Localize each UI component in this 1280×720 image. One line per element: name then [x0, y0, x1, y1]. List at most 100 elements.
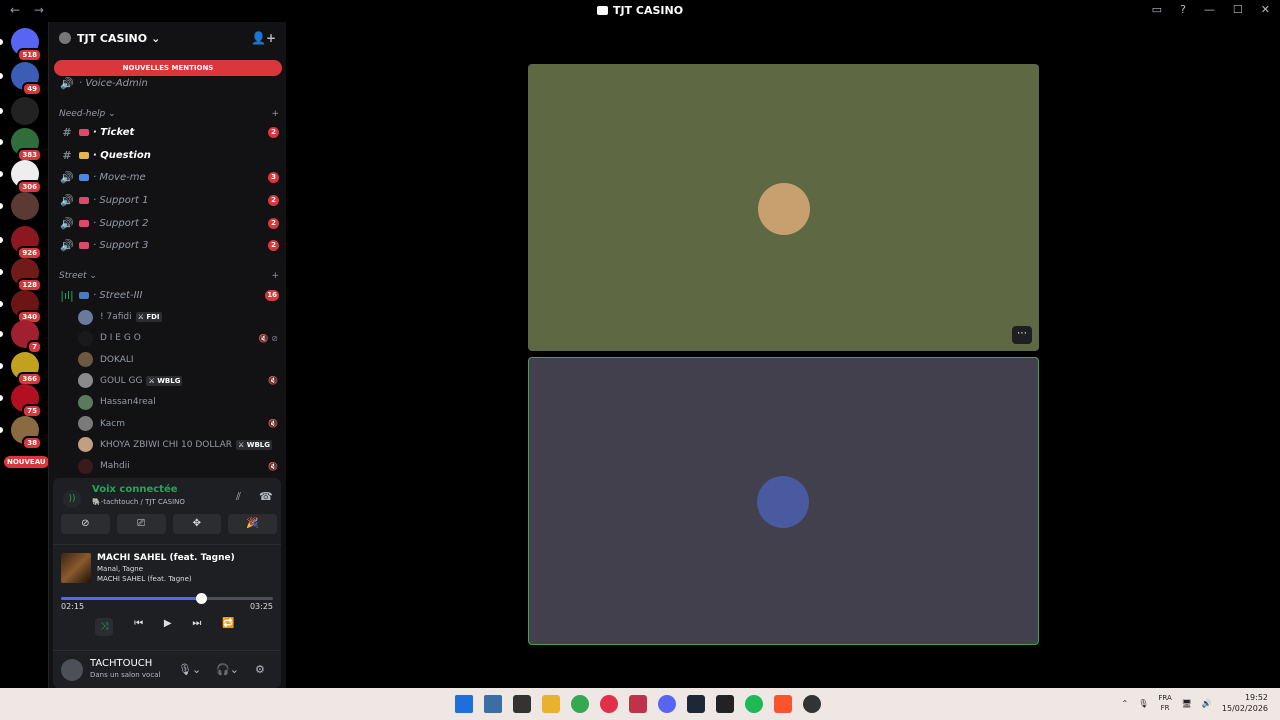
microphone-tray-icon[interactable]: 🎙	[1138, 699, 1148, 708]
volume-icon[interactable]: 🔊	[1202, 699, 1212, 708]
close-button[interactable]: ✕	[1261, 3, 1270, 16]
channel-item[interactable]: 🔊 · Move-me 3	[59, 167, 279, 187]
track-title[interactable]: MACHI SAHEL (feat. Tagne)	[97, 553, 235, 563]
server-icon[interactable]: 306	[11, 160, 42, 194]
guild-header[interactable]: TJT CASINO ⌄ 👤+	[49, 22, 286, 54]
inbox-icon[interactable]: ▭	[1152, 3, 1162, 16]
channel-item[interactable]: # · Ticket 2	[59, 122, 279, 142]
server-icon[interactable]	[11, 192, 39, 220]
add-channel-icon[interactable]: +	[271, 271, 279, 281]
network-icon[interactable]: 🖥	[1182, 699, 1192, 708]
camera-off-button[interactable]: ⊘	[61, 514, 110, 534]
mention-count-badge: 2	[268, 239, 279, 251]
mention-count-badge: 2	[268, 194, 279, 206]
voice-member[interactable]: GOUL GG ⚔ WBLG 🔇	[78, 371, 278, 391]
channel-item[interactable]: # · Question	[59, 145, 279, 165]
taskbar-app-icon[interactable]	[687, 695, 705, 713]
add-channel-icon[interactable]: +	[271, 109, 279, 119]
taskbar-app-icon[interactable]	[484, 695, 502, 713]
taskbar-app-icon[interactable]	[658, 695, 676, 713]
voice-location[interactable]: 🐘-tachtouch / TJT CASINO	[92, 498, 185, 506]
server-icon[interactable]: 38	[11, 416, 42, 450]
language-indicator[interactable]: FRA FR	[1158, 693, 1171, 713]
channel-item[interactable]: 🔊 · Support 1 2	[59, 190, 279, 210]
server-icon[interactable]: 128	[11, 258, 42, 292]
voice-member[interactable]: DOKALI	[78, 350, 278, 370]
category-need-help[interactable]: Need-help ⌄ +	[59, 109, 279, 119]
unread-indicator	[0, 301, 3, 307]
shuffle-icon[interactable]: ⤨	[95, 618, 114, 636]
username[interactable]: TACHTOUCH	[90, 658, 152, 669]
screen-share-button[interactable]: ⎚	[116, 514, 166, 534]
server-icon[interactable]: 518	[11, 28, 42, 62]
channel-voice-admin[interactable]: 🔊 · Voice-Admin	[59, 73, 279, 93]
chevron-up-icon[interactable]: ⌃	[1122, 699, 1129, 708]
user-bar: TACHTOUCH Dans un salon vocal 🎙⌄ 🎧⌄ ⚙	[53, 650, 281, 688]
window-title-text: TJT CASINO	[612, 4, 684, 17]
participant-avatar	[757, 476, 809, 528]
next-icon[interactable]: ⏭	[192, 618, 201, 636]
maximize-button[interactable]: ☐	[1233, 3, 1243, 16]
server-icon[interactable]: 7	[11, 320, 42, 354]
add-member-icon[interactable]: 👤+	[251, 31, 276, 45]
server-icon[interactable]	[11, 97, 39, 125]
album-art[interactable]	[61, 553, 91, 583]
taskbar-app-icon[interactable]	[571, 695, 589, 713]
taskbar-app-icon[interactable]	[513, 695, 531, 713]
channel-street-iii[interactable]: |ıl| · Street-III 16	[59, 285, 279, 305]
soundboard-button[interactable]: 🎉	[228, 514, 277, 534]
server-mention-badge: 518	[17, 48, 42, 62]
channel-label: Ticket	[100, 126, 135, 138]
member-name: D I E G O	[100, 333, 141, 344]
headphones-icon[interactable]: 🎧⌄	[216, 663, 239, 676]
channel-label: Move-me	[99, 171, 146, 183]
participant-tile-speaking[interactable]	[528, 357, 1039, 645]
activities-button[interactable]: ✥	[172, 514, 222, 534]
more-options-icon[interactable]: ⋯	[1012, 326, 1032, 344]
disconnect-icon[interactable]: ☎	[259, 490, 273, 503]
noise-suppression-icon[interactable]: ⫽	[236, 490, 241, 504]
progress-bar[interactable]	[61, 597, 273, 600]
server-icon[interactable]: 926	[11, 226, 42, 260]
new-servers-badge[interactable]: NOUVEAU	[4, 456, 49, 468]
unread-indicator	[0, 237, 3, 243]
track-artists[interactable]: Manal, Tagne	[97, 565, 143, 573]
taskbar-app-icon[interactable]	[745, 695, 763, 713]
voice-member[interactable]: Hassan4real	[78, 392, 278, 412]
signal-icon[interactable]: ))	[63, 490, 81, 508]
help-icon[interactable]: ?	[1180, 3, 1186, 16]
member-name: DOKALI	[100, 354, 134, 365]
taskbar-app-icon[interactable]	[716, 695, 734, 713]
voice-status[interactable]: Voix connectée	[92, 484, 178, 495]
participant-tile[interactable]: ⋯	[528, 64, 1039, 351]
play-icon[interactable]: ▶	[164, 618, 172, 636]
taskbar-app-icon[interactable]	[455, 695, 473, 713]
settings-gear-icon[interactable]: ⚙	[255, 663, 265, 676]
category-street[interactable]: Street ⌄ +	[59, 271, 279, 281]
voice-member[interactable]: KHOYA ZBIWI CHI 10 DOLLAR ⚔ WBLG	[78, 435, 278, 455]
voice-member[interactable]: D I E G O 🔇 ⊘	[78, 328, 278, 348]
clock[interactable]: 19:52 15/02/2026	[1222, 692, 1268, 714]
voice-member[interactable]: Kacm 🔇	[78, 414, 278, 434]
server-icon[interactable]: 75	[11, 384, 42, 418]
taskbar-app-icon[interactable]	[542, 695, 560, 713]
taskbar-app-icon[interactable]	[600, 695, 618, 713]
voice-member[interactable]: ! 7afidi ⚔ FDI	[78, 307, 278, 327]
server-icon[interactable]: 383	[11, 128, 42, 162]
server-icon[interactable]: 340	[11, 290, 42, 324]
repeat-icon[interactable]: 🔁	[222, 618, 234, 636]
taskbar-app-icon[interactable]	[774, 695, 792, 713]
channel-item[interactable]: 🔊 · Support 3 2	[59, 235, 279, 255]
window-title: TJT CASINO	[0, 4, 1280, 17]
avatar[interactable]	[61, 659, 83, 681]
channel-item[interactable]: 🔊 · Support 2 2	[59, 213, 279, 233]
taskbar-app-icon[interactable]	[629, 695, 647, 713]
voice-member[interactable]: Mahdii 🔇	[78, 456, 278, 476]
progress-knob[interactable]	[195, 593, 207, 604]
server-icon[interactable]: 366	[11, 352, 42, 386]
taskbar-app-icon[interactable]	[803, 695, 821, 713]
server-icon[interactable]: 49	[11, 62, 42, 96]
microphone-icon[interactable]: 🎙⌄	[178, 663, 201, 676]
previous-icon[interactable]: ⏮	[134, 618, 143, 636]
minimize-button[interactable]: —	[1204, 3, 1215, 16]
